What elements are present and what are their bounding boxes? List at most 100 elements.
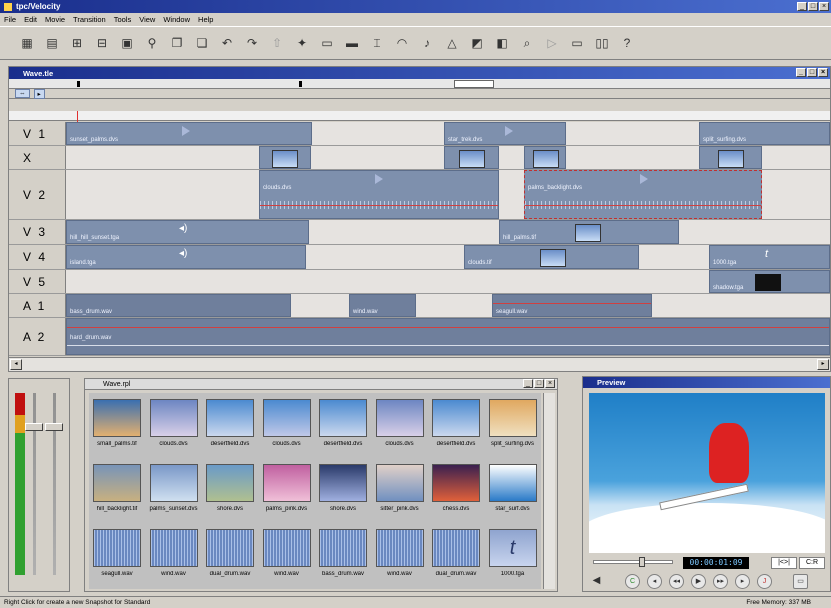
import-icon[interactable]: ⊟ — [91, 32, 113, 54]
undo-icon[interactable]: ↶ — [216, 32, 238, 54]
bin-item[interactable]: desertfield.dvs — [315, 393, 371, 455]
volume-line[interactable] — [67, 327, 829, 328]
fullscreen-button[interactable]: ▭ — [793, 574, 808, 589]
scroll-left-button[interactable]: ◂ — [10, 359, 22, 370]
open-icon[interactable]: ⊞ — [66, 32, 88, 54]
bin-close-button[interactable]: × — [545, 379, 555, 388]
clip[interactable]: shadow.tga — [709, 270, 830, 293]
menu-window[interactable]: Window — [163, 15, 190, 24]
transition-clip[interactable] — [524, 146, 566, 169]
clip[interactable]: hill_palms.tif — [499, 220, 679, 244]
maximize-button[interactable]: □ — [808, 2, 818, 11]
clip-selected[interactable]: palms_backlight.dvs — [524, 170, 762, 219]
clip[interactable]: ◂) hill_hill_sunset.tga — [66, 220, 309, 244]
volume-fader[interactable] — [45, 423, 63, 431]
copy-icon[interactable]: ❐ — [166, 32, 188, 54]
clip[interactable]: clouds.dvs — [259, 170, 499, 219]
bin-minimize-button[interactable]: _ — [523, 379, 533, 388]
overview-marker[interactable] — [299, 81, 302, 87]
transition-icon[interactable]: ▭ — [316, 32, 338, 54]
bin-item[interactable]: palms_sunset.dvs — [146, 458, 202, 520]
preview-nav-right[interactable]: C:R — [799, 557, 825, 569]
rewind-arrow-icon[interactable]: ◀ — [589, 574, 604, 589]
help-icon[interactable]: ? — [616, 32, 638, 54]
volume-line[interactable] — [67, 345, 829, 346]
track-name[interactable]: V 4 — [9, 245, 66, 269]
scroll-right-button[interactable]: ▸ — [817, 359, 829, 370]
effects-icon[interactable]: ✦ — [291, 32, 313, 54]
transition-clip[interactable] — [444, 146, 499, 169]
scale-control[interactable]: ⇔ — [15, 89, 30, 98]
menu-edit[interactable]: Edit — [24, 15, 37, 24]
bin-item[interactable]: palms_pink.dvs — [259, 458, 315, 520]
menu-view[interactable]: View — [139, 15, 155, 24]
mark-out-button[interactable]: J — [757, 574, 772, 589]
transition-clip[interactable] — [699, 146, 762, 169]
menu-transition[interactable]: Transition — [73, 15, 106, 24]
snap-control[interactable]: ▸ — [33, 88, 45, 99]
overview-viewport[interactable] — [454, 80, 494, 88]
time-ruler[interactable] — [9, 111, 830, 121]
bin-vertical-scrollbar[interactable] — [543, 393, 555, 589]
track-name[interactable]: V 1 — [9, 122, 66, 145]
clip[interactable]: split_surfing.dvs — [699, 122, 830, 145]
bin-item[interactable]: clouds.dvs — [146, 393, 202, 455]
minimize-button[interactable]: _ — [797, 2, 807, 11]
pointer-icon[interactable]: ⇧ — [266, 32, 288, 54]
bin-item[interactable]: hill_backlight.tif — [89, 458, 145, 520]
track-name[interactable]: V 5 — [9, 270, 66, 293]
volume-fader[interactable] — [25, 423, 43, 431]
play-icon[interactable]: ▷ — [541, 32, 563, 54]
cut-icon[interactable]: ⚲ — [141, 32, 163, 54]
transition-clip[interactable] — [259, 146, 311, 169]
volume-line[interactable] — [493, 303, 651, 304]
bin-item[interactable]: clouds.dvs — [372, 393, 428, 455]
new-bin-icon[interactable]: ▤ — [41, 32, 63, 54]
audio-clip[interactable]: seagull.wav — [492, 294, 652, 317]
track-name[interactable]: V 3 — [9, 220, 66, 244]
fast-forward-button[interactable]: ▸▸ — [713, 574, 728, 589]
bin-item[interactable]: split_surfing.dvs — [485, 393, 541, 455]
step-forward-button[interactable]: ▸ — [735, 574, 750, 589]
audio-icon[interactable]: ♪ — [416, 32, 438, 54]
bin-item[interactable]: shore.dvs — [202, 458, 258, 520]
menu-help[interactable]: Help — [198, 15, 213, 24]
bin-item[interactable]: wind.wav — [146, 523, 202, 585]
clip[interactable]: t 1000.tga — [709, 245, 830, 269]
audio-clip[interactable]: wind.wav — [349, 294, 416, 317]
overview-marker[interactable] — [77, 81, 80, 87]
redo-icon[interactable]: ↷ — [241, 32, 263, 54]
bin-item[interactable]: sitter_pink.dvs — [372, 458, 428, 520]
bin-item[interactable]: star_surf.dvs — [485, 458, 541, 520]
bin-item[interactable]: seagull.wav — [89, 523, 145, 585]
preview-nav-left[interactable]: |<>| — [771, 557, 797, 569]
audio-clip[interactable]: bass_drum.wav — [66, 294, 291, 317]
rewind-button[interactable]: ◂◂ — [669, 574, 684, 589]
properties-icon[interactable]: ◧ — [491, 32, 513, 54]
bin-item[interactable]: chess.dvs — [428, 458, 484, 520]
close-button[interactable]: × — [819, 2, 829, 11]
menu-file[interactable]: File — [4, 15, 16, 24]
save-icon[interactable]: ▣ — [116, 32, 138, 54]
clip[interactable]: sunset_palms.dvs — [66, 122, 312, 145]
bin-item[interactable]: shore.dvs — [315, 458, 371, 520]
mark-in-button[interactable]: C — [625, 574, 640, 589]
new-timeline-icon[interactable]: ▦ — [16, 32, 38, 54]
bin-item[interactable]: bass_drum.wav — [315, 523, 371, 585]
track-name[interactable]: A 1 — [9, 294, 66, 317]
timeline-maximize-button[interactable]: □ — [807, 68, 817, 77]
track-name[interactable]: X — [9, 146, 66, 169]
track-name[interactable]: V 2 — [9, 170, 66, 219]
trim-icon[interactable]: ⌶ — [366, 32, 388, 54]
step-back-button[interactable]: ◂ — [647, 574, 662, 589]
bin-item[interactable]: dual_drum.wav — [428, 523, 484, 585]
menu-tools[interactable]: Tools — [114, 15, 132, 24]
track-name[interactable]: A 2 — [9, 318, 66, 355]
zoom-icon[interactable]: ⌕ — [516, 32, 538, 54]
volume-line[interactable] — [260, 205, 498, 206]
timeline-minimize-button[interactable]: _ — [796, 68, 806, 77]
audio-clip[interactable]: hard_drum.wav — [66, 318, 830, 355]
clip[interactable]: ◂) island.tga — [66, 245, 306, 269]
play-button[interactable]: ▶ — [691, 574, 706, 589]
timeline-overview[interactable] — [9, 79, 830, 89]
